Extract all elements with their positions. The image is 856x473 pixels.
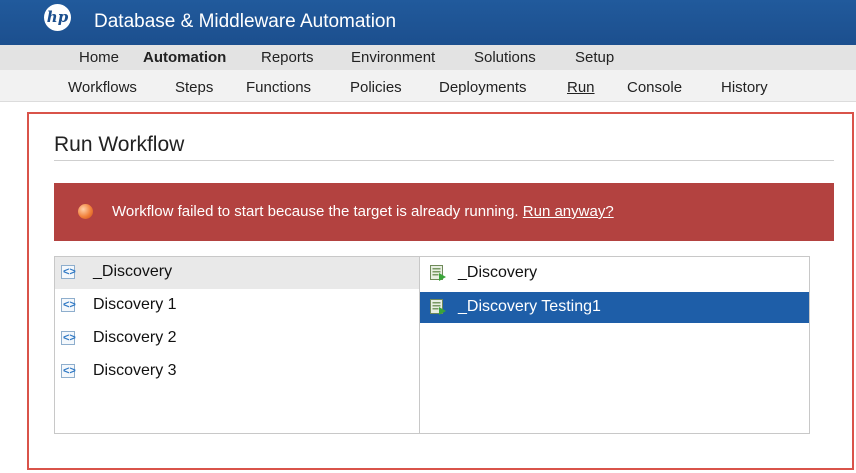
subnav-history[interactable]: History bbox=[721, 79, 768, 96]
subnav-run[interactable]: Run bbox=[567, 79, 595, 96]
subnav-policies[interactable]: Policies bbox=[350, 79, 402, 96]
alert-text: Workflow failed to start because the tar… bbox=[112, 203, 614, 220]
nav-environment[interactable]: Environment bbox=[351, 49, 435, 66]
main-nav: Home Automation Reports Environment Solu… bbox=[0, 45, 856, 70]
app-header: hp Database & Middleware Automation bbox=[0, 0, 856, 45]
nav-reports[interactable]: Reports bbox=[261, 49, 314, 66]
target-item-label: _Discovery bbox=[458, 264, 538, 281]
workflow-item-label: Discovery 2 bbox=[93, 329, 177, 346]
workflow-item[interactable]: <> Discovery 1 bbox=[55, 290, 419, 322]
subnav-steps[interactable]: Steps bbox=[175, 79, 213, 96]
target-item[interactable]: _Discovery Testing1 bbox=[420, 292, 809, 323]
error-alert: Workflow failed to start because the tar… bbox=[54, 183, 834, 241]
nav-solutions[interactable]: Solutions bbox=[474, 49, 536, 66]
app-title: Database & Middleware Automation bbox=[94, 11, 397, 32]
workflow-icon: <> bbox=[61, 364, 76, 378]
nav-setup[interactable]: Setup bbox=[575, 49, 614, 66]
workflow-icon: <> bbox=[61, 265, 76, 279]
target-item-label: _Discovery Testing1 bbox=[458, 298, 601, 315]
subnav-console[interactable]: Console bbox=[627, 79, 682, 96]
title-divider bbox=[54, 160, 834, 161]
alert-message: Workflow failed to start because the tar… bbox=[112, 203, 523, 220]
error-dot-icon bbox=[78, 204, 93, 219]
nav-home[interactable]: Home bbox=[79, 49, 119, 66]
subnav-deployments[interactable]: Deployments bbox=[439, 79, 527, 96]
workflow-list: <> _Discovery <> Discovery 1 <> Discover… bbox=[54, 256, 420, 434]
target-icon bbox=[430, 265, 446, 281]
page-title: Run Workflow bbox=[54, 133, 185, 156]
workflow-item[interactable]: <> _Discovery bbox=[55, 257, 419, 289]
nav-automation[interactable]: Automation bbox=[143, 49, 226, 66]
target-list: _Discovery _Discovery Testing1 bbox=[419, 256, 810, 434]
workflow-item-label: _Discovery bbox=[93, 263, 173, 280]
workflow-icon: <> bbox=[61, 298, 76, 312]
target-icon bbox=[430, 299, 446, 315]
subnav-functions[interactable]: Functions bbox=[246, 79, 311, 96]
workflow-item[interactable]: <> Discovery 2 bbox=[55, 323, 419, 355]
subnav-workflows[interactable]: Workflows bbox=[68, 79, 137, 96]
hp-logo: hp bbox=[44, 4, 71, 31]
target-item[interactable]: _Discovery bbox=[420, 258, 809, 289]
workflow-item-label: Discovery 3 bbox=[93, 362, 177, 379]
workflow-item[interactable]: <> Discovery 3 bbox=[55, 356, 419, 388]
workflow-item-label: Discovery 1 bbox=[93, 296, 177, 313]
sub-nav: Workflows Steps Functions Policies Deplo… bbox=[0, 70, 856, 102]
workflow-icon: <> bbox=[61, 331, 76, 345]
run-anyway-link[interactable]: Run anyway? bbox=[523, 203, 614, 220]
